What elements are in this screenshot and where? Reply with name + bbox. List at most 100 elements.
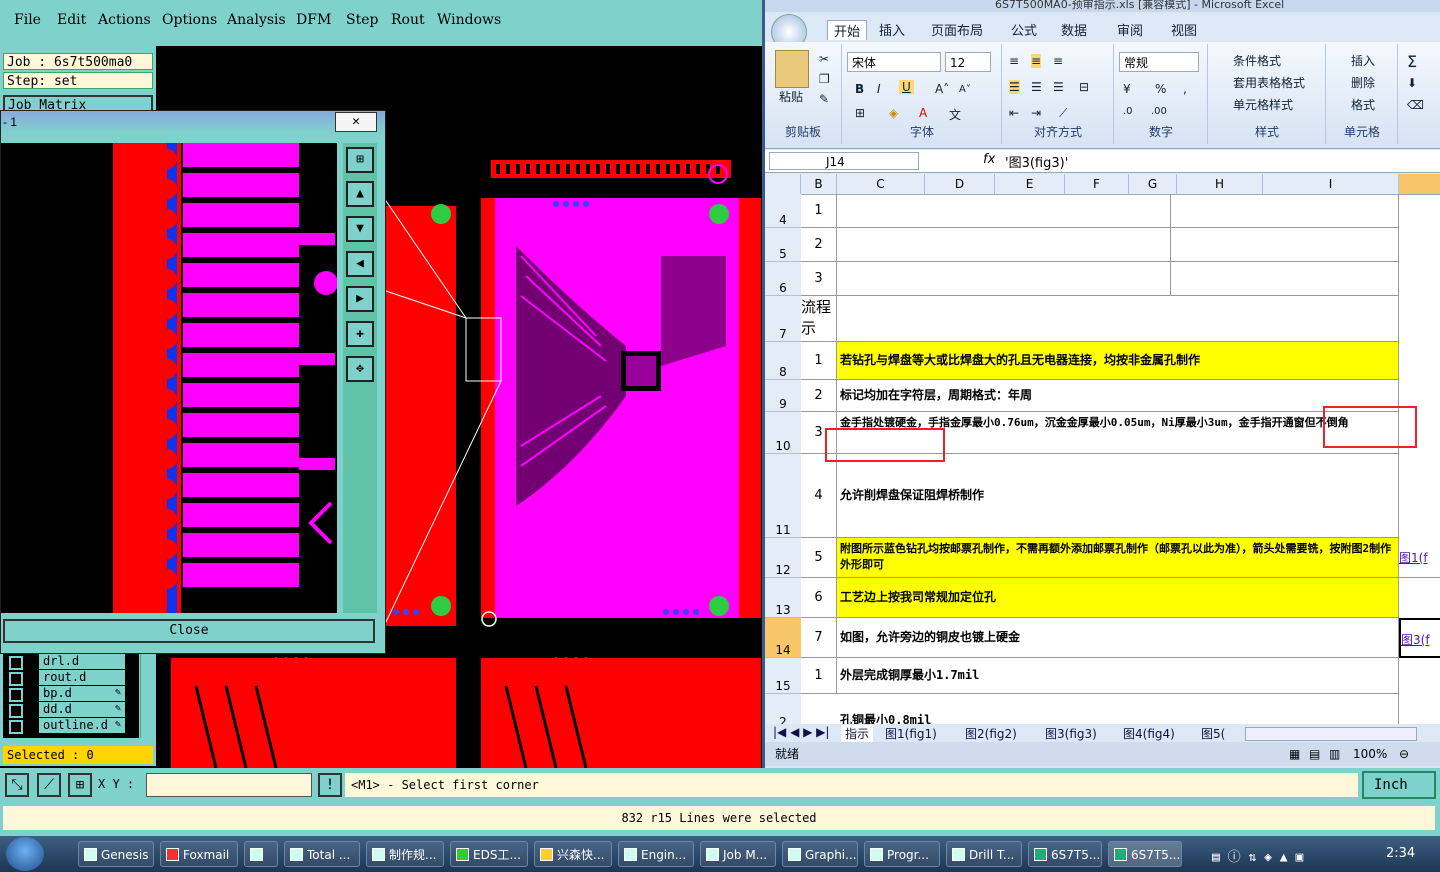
row-header[interactable]: 9	[765, 380, 801, 412]
task-engine[interactable]: Engin...	[618, 841, 694, 867]
table-cell-num[interactable]: 4	[801, 454, 837, 538]
clock[interactable]: 2:34	[1386, 846, 1415, 861]
layer-row[interactable]: outline.d ✎	[3, 718, 139, 734]
table-cell[interactable]	[1171, 262, 1399, 296]
table-cell[interactable]: 允许削焊盘保证阻焊桥制作	[837, 454, 1399, 538]
pan-up-icon[interactable]: ▲	[346, 181, 374, 207]
task-calculator[interactable]	[244, 841, 278, 867]
layer-row[interactable]: drl.d	[3, 654, 139, 670]
table-cell-num[interactable]: 1	[801, 342, 837, 380]
fill-icon[interactable]: ⬇	[1407, 76, 1417, 90]
info-icon[interactable]: !	[318, 773, 342, 797]
align-bottom-icon[interactable]: ≡	[1053, 54, 1063, 68]
task-total[interactable]: Total ...	[284, 841, 360, 867]
increase-decimal-icon[interactable]: .0	[1123, 106, 1133, 117]
table-cell[interactable]: 工艺边上按我司常规加定位孔	[837, 578, 1399, 618]
menu-actions[interactable]: Actions	[98, 12, 151, 28]
zoom-in-icon[interactable]: ✚	[346, 321, 374, 347]
table-cell[interactable]: 若钻孔与焊盘等大或比焊盘大的孔且无电器连接，均按非金属孔制作	[837, 342, 1399, 380]
measure-icon[interactable]: ⟋	[37, 773, 61, 797]
task-drill[interactable]: Drill T...	[946, 841, 1022, 867]
horizontal-scrollbar[interactable]	[1245, 727, 1417, 741]
row-header[interactable]: 8	[765, 342, 801, 380]
sheet-tab[interactable]: 图2(fig2)	[965, 725, 1017, 742]
close-icon[interactable]: ✕	[335, 112, 377, 132]
layer-checkbox[interactable]	[9, 672, 23, 686]
row-header[interactable]: 7	[765, 296, 801, 342]
row-header[interactable]: 5	[765, 228, 801, 262]
number-format-select[interactable]: 常规	[1119, 52, 1199, 72]
decrease-decimal-icon[interactable]: .00	[1151, 106, 1167, 117]
view-pagebreak-icon[interactable]: ▥	[1329, 742, 1340, 766]
insert-cells-button[interactable]: 插入	[1351, 52, 1375, 69]
sheet-tab[interactable]: 图4(fig4)	[1123, 725, 1175, 742]
cell-style-button[interactable]: 单元格样式	[1233, 96, 1293, 113]
table-cell-num[interactable]: 5	[801, 538, 837, 578]
layer-row[interactable]: bp.d ✎	[3, 686, 139, 702]
row-header[interactable]: 2	[765, 694, 801, 724]
row-header[interactable]: 6	[765, 262, 801, 296]
layer-scrollbar[interactable]	[140, 652, 153, 738]
task-eds[interactable]: EDS工...	[450, 841, 528, 867]
align-right-icon[interactable]: ☰	[1053, 80, 1064, 94]
row-header-selected[interactable]: 14	[765, 618, 801, 658]
name-box[interactable]: J14	[769, 152, 919, 170]
font-name-select[interactable]: 宋体	[847, 52, 941, 72]
select-all[interactable]	[765, 174, 801, 194]
cut-icon[interactable]: ✂	[819, 52, 829, 66]
column-header[interactable]: D	[925, 174, 995, 194]
grid-icon[interactable]: ⊞	[68, 773, 92, 797]
zoom-fit-icon[interactable]: ⊞	[346, 147, 374, 173]
table-format-button[interactable]: 套用表格格式	[1233, 74, 1305, 91]
align-middle-icon[interactable]: ≡	[1031, 54, 1042, 68]
format-painter-icon[interactable]: ✎	[819, 92, 829, 106]
column-header-selected[interactable]	[1399, 174, 1440, 194]
layer-checkbox[interactable]	[9, 720, 23, 734]
orientation-icon[interactable]: ⟋	[1059, 106, 1067, 121]
table-cell[interactable]: 如图，允许旁边的铜皮也镀上硬金	[837, 618, 1399, 658]
row-header[interactable]: 11	[765, 454, 801, 538]
menu-options[interactable]: Options	[162, 12, 217, 28]
fx-icon[interactable]: fx	[983, 152, 995, 167]
fill-color-icon[interactable]: ◈	[889, 106, 898, 120]
merge-icon[interactable]: ⊟	[1079, 80, 1089, 94]
italic-icon[interactable]: I	[877, 82, 881, 96]
table-cell-num[interactable]: 2	[801, 380, 837, 412]
column-header[interactable]: F	[1065, 174, 1129, 194]
unit-selector[interactable]: Inch	[1362, 771, 1436, 799]
menu-edit[interactable]: Edit	[57, 12, 86, 28]
zoom-canvas[interactable]	[1, 143, 337, 613]
row-header[interactable]: 12	[765, 538, 801, 578]
table-cell-num[interactable]: 2	[801, 228, 837, 262]
table-cell[interactable]	[837, 296, 1399, 342]
table-cell[interactable]: 外层完成铜厚最小1.7mil	[837, 658, 1399, 694]
start-button[interactable]	[6, 837, 44, 871]
row-header[interactable]: 10	[765, 412, 801, 454]
copy-icon[interactable]: ❐	[819, 72, 830, 86]
task-foxmail[interactable]: Foxmail	[160, 841, 238, 867]
sheet-tab[interactable]: 图3(fig3)	[1045, 725, 1097, 742]
sheet-tab[interactable]: 指示	[841, 725, 874, 742]
format-cells-button[interactable]: 格式	[1351, 96, 1375, 113]
sheet-nav-icon[interactable]: |◀ ◀ ▶ ▶|	[773, 725, 829, 739]
tab-home[interactable]: 开始	[827, 20, 868, 40]
font-grow-icon[interactable]: A˄	[935, 82, 949, 96]
pan-right-icon[interactable]: ▶	[346, 286, 374, 312]
sheet-link-active[interactable]: 图3(f	[1399, 618, 1440, 658]
task-xingsen[interactable]: 兴森快...	[534, 841, 612, 867]
tab-insert[interactable]: 插入	[879, 20, 905, 39]
xy-input[interactable]	[146, 773, 312, 797]
pan-down-icon[interactable]: ▼	[346, 216, 374, 242]
tab-review[interactable]: 审阅	[1117, 20, 1143, 39]
tray-icons[interactable]: ▤ ⓘ ⇅ ◈ ▲ ▣	[1212, 846, 1303, 865]
table-cell-num[interactable]: 7	[801, 618, 837, 658]
task-graphic[interactable]: Graphi...	[782, 841, 858, 867]
comma-icon[interactable]: ,	[1183, 82, 1187, 96]
column-header[interactable]: C	[837, 174, 925, 194]
table-cell-num[interactable]: 3	[801, 262, 837, 296]
font-size-select[interactable]: 12	[945, 52, 991, 72]
column-header[interactable]: I	[1263, 174, 1399, 194]
clear-icon[interactable]: ⌫	[1407, 98, 1424, 112]
task-excel-2[interactable]: 6S7T5...	[1108, 841, 1182, 867]
font-shrink-icon[interactable]: A˅	[959, 84, 971, 95]
